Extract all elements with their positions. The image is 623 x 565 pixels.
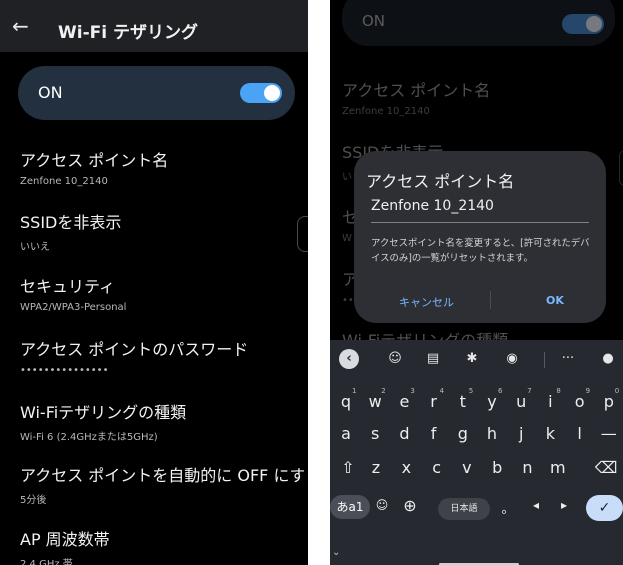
key-v[interactable]: v xyxy=(455,458,479,477)
key-l[interactable]: l xyxy=(568,424,592,443)
setting-subtitle: Wi-Fi 6 (2.4GHzまたは5GHz) xyxy=(20,432,158,443)
settings-icon[interactable]: ✱ xyxy=(462,352,482,366)
language-switch-key[interactable]: あa1 xyxy=(330,495,370,519)
key-c[interactable]: c xyxy=(425,458,449,477)
key-h[interactable]: h xyxy=(480,424,504,443)
setting-security[interactable]: セキュリティ WPA2/WPA3-Personal xyxy=(20,273,308,313)
setting-subtitle: 5分後 xyxy=(20,495,47,506)
cursor-right-icon[interactable]: ▸ xyxy=(554,498,574,512)
key-hint-2: 2 xyxy=(381,387,386,395)
dialog-message: アクセスポイント名を変更すると、[許可されたデバイスのみ]の一覧がリセットされま… xyxy=(371,238,590,264)
chevron-left-icon[interactable]: ‹ xyxy=(339,349,359,369)
setting-tethering-type[interactable]: Wi-Fiテザリングの種類 Wi-Fi 6 (2.4GHzまたは5GHz) xyxy=(20,399,308,443)
key-m[interactable]: m xyxy=(546,458,570,477)
dialog-title: アクセス ポイント名 xyxy=(366,172,515,191)
setting-subtitle: 2.4 GHz 帯 xyxy=(20,559,73,565)
setting-title: アクセス ポイント名 xyxy=(20,151,169,170)
hide-keyboard-icon[interactable]: ⌄ xyxy=(332,547,340,558)
toggle-label: ON xyxy=(38,83,63,102)
clipboard-icon[interactable]: ▤ xyxy=(423,352,443,366)
key-j[interactable]: j xyxy=(509,424,533,443)
shift-key-icon[interactable]: ⇧ xyxy=(336,458,360,477)
cancel-button[interactable]: キャンセル xyxy=(399,294,454,310)
setting-access-point-name[interactable]: アクセス ポイント名 Zenfone 10_2140 xyxy=(20,147,308,187)
setting-subtitle: WPA2/WPA3-Personal xyxy=(20,302,127,313)
setting-title: アクセス ポイントのパスワード xyxy=(20,340,249,359)
setting-title: アクセス ポイントを自動的に OFF にす.. xyxy=(20,466,304,485)
hotspot-switch[interactable] xyxy=(240,83,282,103)
japanese-input-key[interactable]: 日本語 xyxy=(438,498,490,520)
key-hint-0: 0 xyxy=(614,387,620,395)
more-icon[interactable]: ··· xyxy=(558,352,578,366)
key-hint-7: 7 xyxy=(527,387,532,395)
palette-icon[interactable]: ◉ xyxy=(502,352,522,366)
access-point-name-input[interactable]: Zenfone 10_2140 xyxy=(371,198,589,223)
key-n[interactable]: n xyxy=(516,458,540,477)
setting-subtitle: Zenfone 10_2140 xyxy=(20,176,108,187)
period-key[interactable]: 。 xyxy=(498,498,518,517)
button-divider xyxy=(490,291,491,309)
emoji-icon[interactable]: ☺ xyxy=(374,498,390,512)
key-hint-9: 9 xyxy=(585,387,591,395)
key-hint-6: 6 xyxy=(498,387,503,395)
setting-ap-band[interactable]: AP 周波数帯 2.4 GHz 帯 xyxy=(20,526,308,565)
setting-title: Wi-Fiテザリングの種類 xyxy=(20,403,187,422)
globe-icon[interactable]: ⊕ xyxy=(398,496,422,515)
back-arrow-icon[interactable]: ← xyxy=(12,16,29,36)
keyboard: ‹ ☺ ▤ ✱ ◉ ··· ● q1w2e3r4t5y6u7i8o9p0 asd… xyxy=(330,340,623,565)
setting-hide-ssid[interactable]: SSIDを非表示 いいえ xyxy=(20,209,308,253)
ok-button[interactable]: OK xyxy=(546,294,564,307)
edge-panel-handle[interactable] xyxy=(297,216,308,252)
setting-auto-off[interactable]: アクセス ポイントを自動的に OFF にす.. 5分後 xyxy=(20,462,304,506)
rename-dialog: アクセス ポイント名 Zenfone 10_2140 アクセスポイント名を変更す… xyxy=(354,151,606,323)
setting-subtitle: いいえ xyxy=(20,242,50,253)
key-—[interactable]: — xyxy=(597,424,621,443)
setting-title: AP 周波数帯 xyxy=(20,530,110,549)
toolbar-divider xyxy=(544,352,545,368)
setting-title: セキュリティ xyxy=(20,277,116,296)
hotspot-toggle-card[interactable]: ON xyxy=(18,66,295,120)
mic-icon[interactable]: ● xyxy=(598,352,618,366)
key-s[interactable]: s xyxy=(363,424,387,443)
switch-knob xyxy=(264,85,280,101)
key-k[interactable]: k xyxy=(538,424,562,443)
key-f[interactable]: f xyxy=(422,424,446,443)
password-dots: ••••••••••••••• xyxy=(20,365,109,376)
key-hint-5: 5 xyxy=(468,387,474,395)
key-hint-1: 1 xyxy=(352,387,357,395)
key-a[interactable]: a xyxy=(334,424,358,443)
backspace-key-icon[interactable]: ⌫ xyxy=(592,458,620,477)
page-title: Wi-Fi テザリング xyxy=(58,23,198,43)
setting-title: SSIDを非表示 xyxy=(20,213,122,232)
setting-password[interactable]: アクセス ポイントのパスワード ••••••••••••••• xyxy=(20,336,308,376)
key-hint-4: 4 xyxy=(439,387,445,395)
key-hint-8: 8 xyxy=(556,387,561,395)
sticker-icon[interactable]: ☺ xyxy=(385,352,405,366)
rename-dialog-screen: ON アクセス ポイント名 Zenfone 10_2140 SSIDを非表示 い… xyxy=(330,0,623,565)
key-z[interactable]: z xyxy=(364,458,388,477)
key-b[interactable]: b xyxy=(485,458,509,477)
tethering-settings-screen: ← Wi-Fi テザリング ON アクセス ポイント名 Zenfone 10_2… xyxy=(0,0,308,565)
cursor-left-icon[interactable]: ◂ xyxy=(526,498,546,512)
enter-key-icon[interactable]: ✓ xyxy=(586,495,623,521)
app-bar: ← Wi-Fi テザリング xyxy=(0,0,308,52)
key-hint-3: 3 xyxy=(410,387,415,395)
key-g[interactable]: g xyxy=(451,424,475,443)
key-d[interactable]: d xyxy=(392,424,416,443)
key-x[interactable]: x xyxy=(394,458,418,477)
